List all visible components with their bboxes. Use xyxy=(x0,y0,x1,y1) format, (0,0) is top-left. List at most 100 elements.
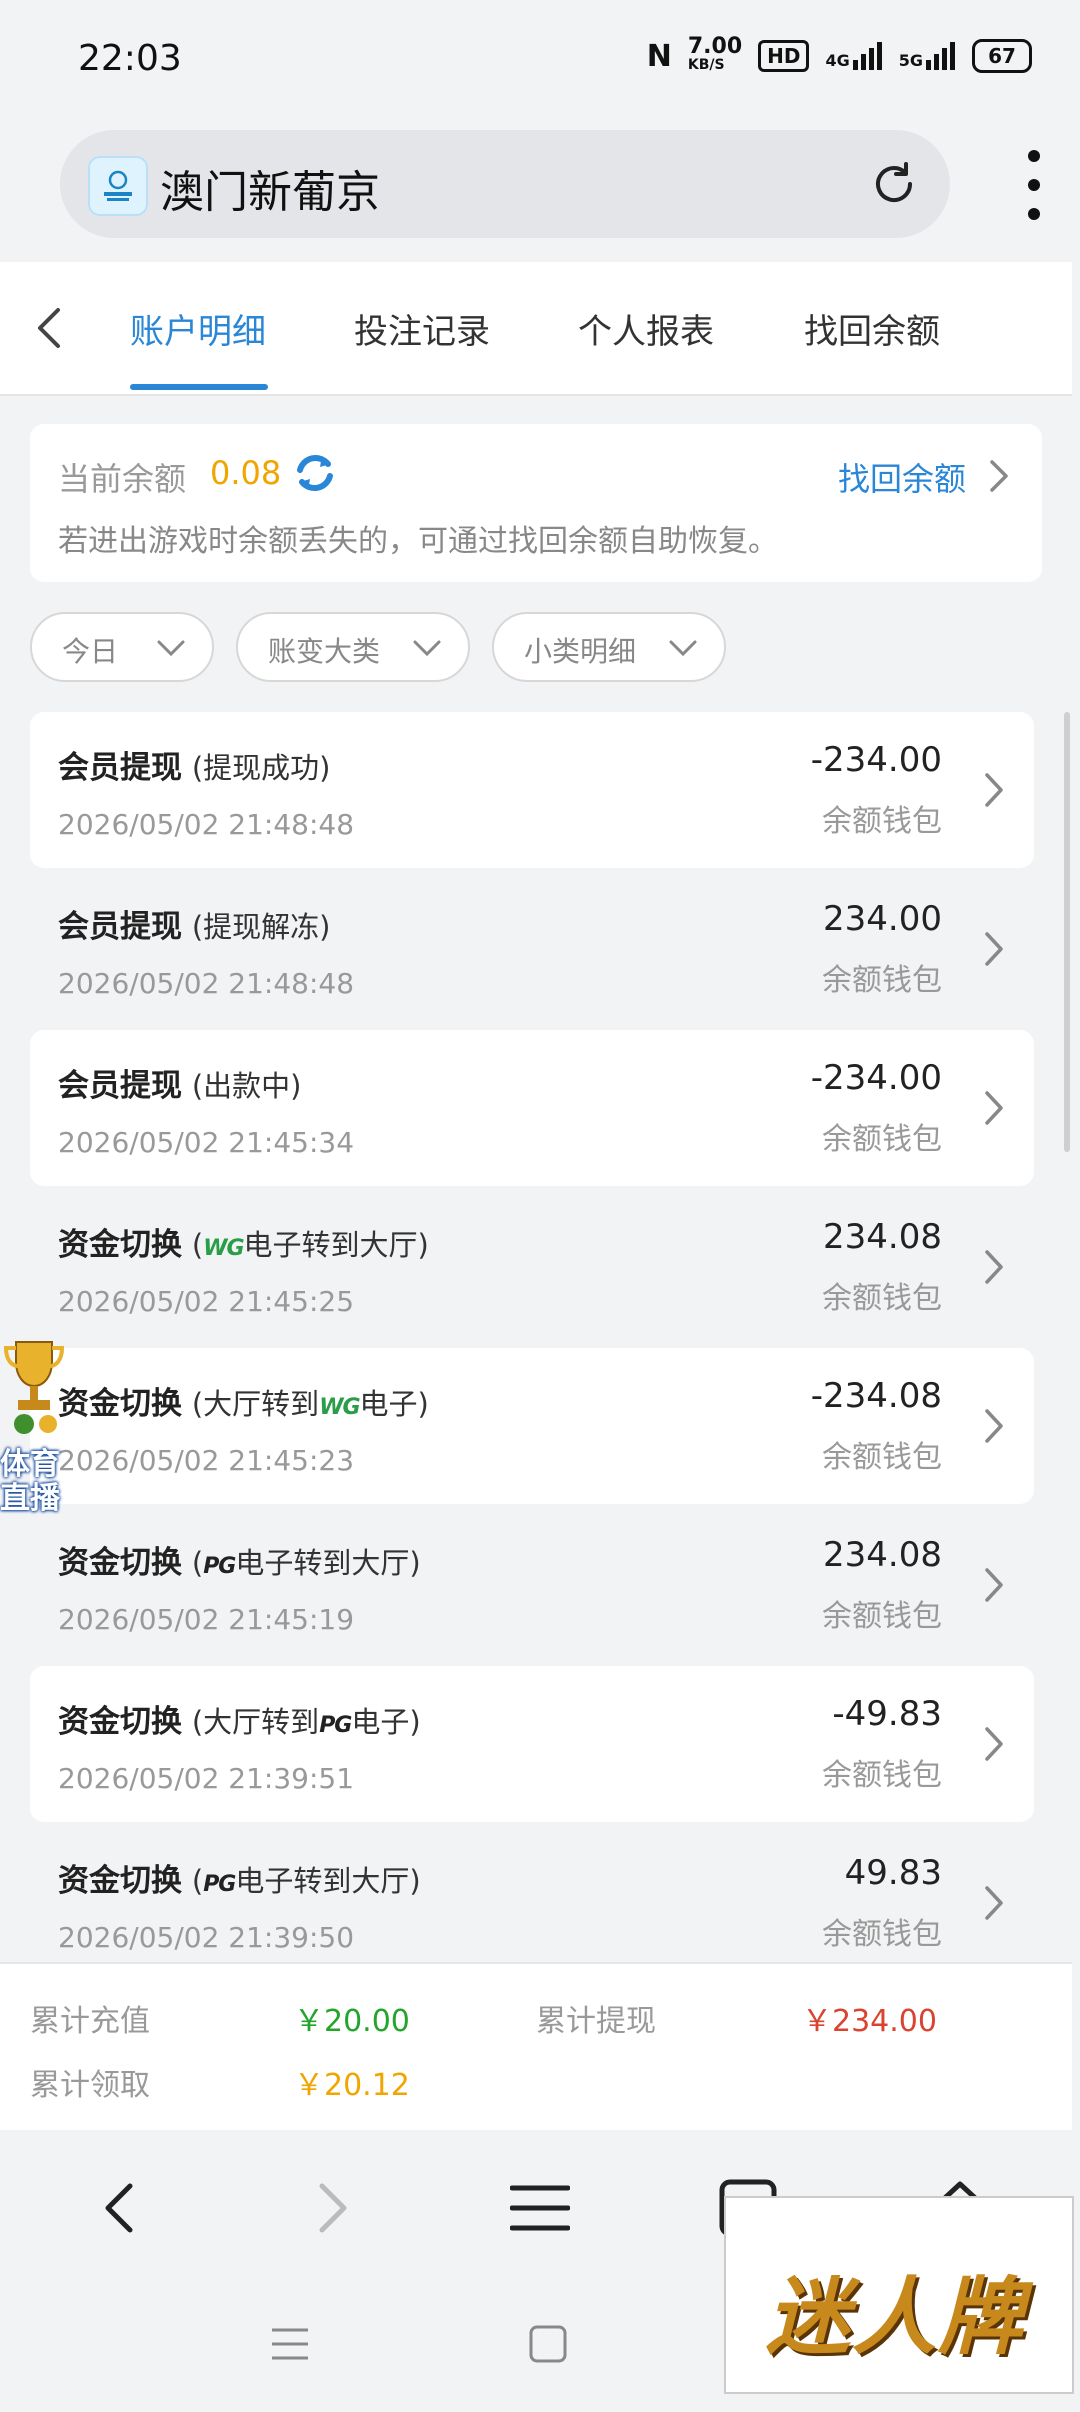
system-recents-icon[interactable] xyxy=(270,2324,310,2364)
chevron-right-icon xyxy=(985,932,1003,966)
total-recharge-value: ￥20.00 xyxy=(294,2004,410,2039)
scrollbar[interactable] xyxy=(1064,712,1070,1152)
record-time: 2026/05/02 21:48:48 xyxy=(58,808,355,841)
chevron-down-icon xyxy=(413,640,441,657)
chevron-right-icon[interactable] xyxy=(986,456,1012,496)
record-time: 2026/05/02 21:45:19 xyxy=(58,1603,355,1636)
record-row[interactable]: 会员提现 (出款中) 2026/05/02 21:45:34 -234.00 余额钱包 xyxy=(30,1030,1034,1186)
record-list[interactable]: 会员提现 (提现成功) 2026/05/02 21:48:48 -234.00 余额钱… xyxy=(0,712,1072,1962)
filter-category[interactable]: 账变大类 xyxy=(236,612,470,682)
record-amount: 49.83 xyxy=(844,1853,942,1893)
record-row[interactable]: 资金切换 (大厅转到PG电子) 2026/05/02 21:39:51 -49.83… xyxy=(30,1666,1034,1822)
record-wallet: 余额钱包 xyxy=(822,1281,942,1316)
filter-date[interactable]: 今日 xyxy=(30,612,214,682)
recover-balance-link[interactable]: 找回余额 xyxy=(838,454,966,500)
record-title: 资金切换 (大厅转到WG电子) xyxy=(58,1386,429,1422)
wg-brand-icon: WG xyxy=(203,1236,244,1261)
sports-live-floating-button[interactable]: 体育直播 xyxy=(0,1336,70,1516)
record-title: 资金切换 (PG电子转到大厅) xyxy=(58,1545,421,1581)
chevron-right-icon xyxy=(985,1409,1003,1443)
total-recharge-label: 累计充值 xyxy=(30,2004,150,2039)
trophy-icon xyxy=(4,1341,64,1434)
record-wallet: 余额钱包 xyxy=(822,963,942,998)
record-amount: 234.00 xyxy=(823,899,942,939)
total-claim-value: ￥20.12 xyxy=(294,2068,410,2103)
status-bar: 22:03 N 7.00 KB/S HD 4G 5G 67 xyxy=(0,0,1080,120)
record-amount: -234.08 xyxy=(810,1376,942,1416)
nav-forward-icon[interactable] xyxy=(300,2178,360,2238)
record-time: 2026/05/02 21:45:25 xyxy=(58,1285,355,1318)
chevron-right-icon xyxy=(985,1091,1003,1125)
wg-brand-icon: WG xyxy=(319,1395,360,1420)
record-time: 2026/05/02 21:45:34 xyxy=(58,1126,355,1159)
chevron-down-icon xyxy=(157,640,185,657)
site-title: 澳门新葡京 xyxy=(160,167,380,218)
record-row[interactable]: 资金切换 (大厅转到WG电子) 2026/05/02 21:45:23 -234.0… xyxy=(30,1348,1034,1504)
filter-subcategory[interactable]: 小类明细 xyxy=(492,612,726,682)
site-logo-icon xyxy=(104,170,132,201)
tab-recover-balance[interactable]: 找回余额 xyxy=(804,304,940,353)
status-icons: N 7.00 KB/S HD 4G 5G 67 xyxy=(646,34,1032,74)
system-home-icon[interactable] xyxy=(528,2324,568,2364)
watermark-logo: 迷人牌 xyxy=(724,2196,1074,2394)
record-title: 会员提现 (出款中) xyxy=(58,1068,302,1104)
record-row[interactable]: 会员提现 (提现解冻) 2026/05/02 21:48:48 234.00 余额钱包 xyxy=(30,871,1034,1027)
record-title: 会员提现 (提现解冻) xyxy=(58,909,331,945)
record-title: 会员提现 (提现成功) xyxy=(58,750,331,786)
record-amount: 234.08 xyxy=(823,1535,942,1575)
reload-icon[interactable] xyxy=(866,156,922,212)
record-time: 2026/05/02 21:39:51 xyxy=(58,1762,355,1795)
chevron-right-icon xyxy=(985,1886,1003,1920)
tab-bet-records[interactable]: 投注记录 xyxy=(354,304,490,353)
record-amount: -49.83 xyxy=(832,1694,942,1734)
record-amount: -234.00 xyxy=(810,740,942,780)
hd-icon: HD xyxy=(758,40,810,72)
chevron-right-icon xyxy=(985,1568,1003,1602)
record-wallet: 余额钱包 xyxy=(822,1440,942,1475)
summary-panel: 累计充值 ￥20.00 累计提现 ￥234.00 累计领取 ￥20.12 xyxy=(0,1962,1072,2132)
record-row[interactable]: 资金切换 (PG电子转到大厅) 2026/05/02 21:39:50 49.83 余… xyxy=(30,1825,1034,1962)
balance-card: 当前余额 0.08 找回余额 若进出游戏时余额丢失的，可通过找回余额自助恢复。 xyxy=(30,424,1042,582)
balance-value: 0.08 xyxy=(210,454,282,492)
record-wallet: 余额钱包 xyxy=(822,1917,942,1952)
chevron-right-icon xyxy=(985,1727,1003,1761)
refresh-balance-icon[interactable] xyxy=(292,450,338,496)
record-title: 资金切换 (PG电子转到大厅) xyxy=(58,1863,421,1899)
nav-menu-icon[interactable] xyxy=(510,2178,570,2238)
chevron-right-icon xyxy=(985,1250,1003,1284)
record-amount: -234.00 xyxy=(810,1058,942,1098)
record-time: 2026/05/02 21:48:48 xyxy=(58,967,355,1000)
sports-live-label: 体育直播 xyxy=(0,1447,60,1516)
signal-4g-icon: 4G xyxy=(825,42,882,70)
more-menu-icon[interactable] xyxy=(1024,150,1044,220)
pg-brand-icon: PG xyxy=(203,1872,236,1897)
watermark-text: 迷人牌 xyxy=(766,2267,1025,2366)
status-time: 22:03 xyxy=(78,38,182,79)
nfc-icon: N xyxy=(646,38,672,74)
total-claim-label: 累计领取 xyxy=(30,2068,150,2103)
net-speed: 7.00 KB/S xyxy=(687,34,743,74)
record-row[interactable]: 资金切换 (PG电子转到大厅) 2026/05/02 21:45:19 234.08… xyxy=(30,1507,1034,1663)
total-withdraw-label: 累计提现 xyxy=(536,2004,656,2039)
address-bar[interactable]: 澳门新葡京 xyxy=(60,130,950,238)
site-logo xyxy=(88,156,148,216)
nav-back-icon[interactable] xyxy=(92,2178,152,2238)
record-amount: 234.08 xyxy=(823,1217,942,1257)
record-wallet: 余额钱包 xyxy=(822,1758,942,1793)
total-withdraw-value: ￥234.00 xyxy=(802,2004,937,2039)
record-time: 2026/05/02 21:45:23 xyxy=(58,1444,355,1477)
balance-tip: 若进出游戏时余额丢失的，可通过找回余额自助恢复。 xyxy=(58,524,778,559)
record-wallet: 余额钱包 xyxy=(822,1599,942,1634)
chevron-right-icon xyxy=(985,773,1003,807)
record-wallet: 余额钱包 xyxy=(822,804,942,839)
pg-brand-icon: PG xyxy=(319,1713,352,1738)
back-arrow-icon[interactable] xyxy=(30,304,70,352)
tab-personal-report[interactable]: 个人报表 xyxy=(578,304,714,353)
balance-label: 当前余额 xyxy=(58,460,187,498)
signal-5g-icon: 5G xyxy=(899,42,956,70)
pg-brand-icon: PG xyxy=(203,1554,236,1579)
record-row[interactable]: 资金切换 (WG电子转到大厅) 2026/05/02 21:45:25 234.08… xyxy=(30,1189,1034,1345)
record-title: 资金切换 (WG电子转到大厅) xyxy=(58,1227,429,1263)
tab-account-details[interactable]: 账户明细 xyxy=(130,304,266,353)
record-row[interactable]: 会员提现 (提现成功) 2026/05/02 21:48:48 -234.00 余额钱… xyxy=(30,712,1034,868)
